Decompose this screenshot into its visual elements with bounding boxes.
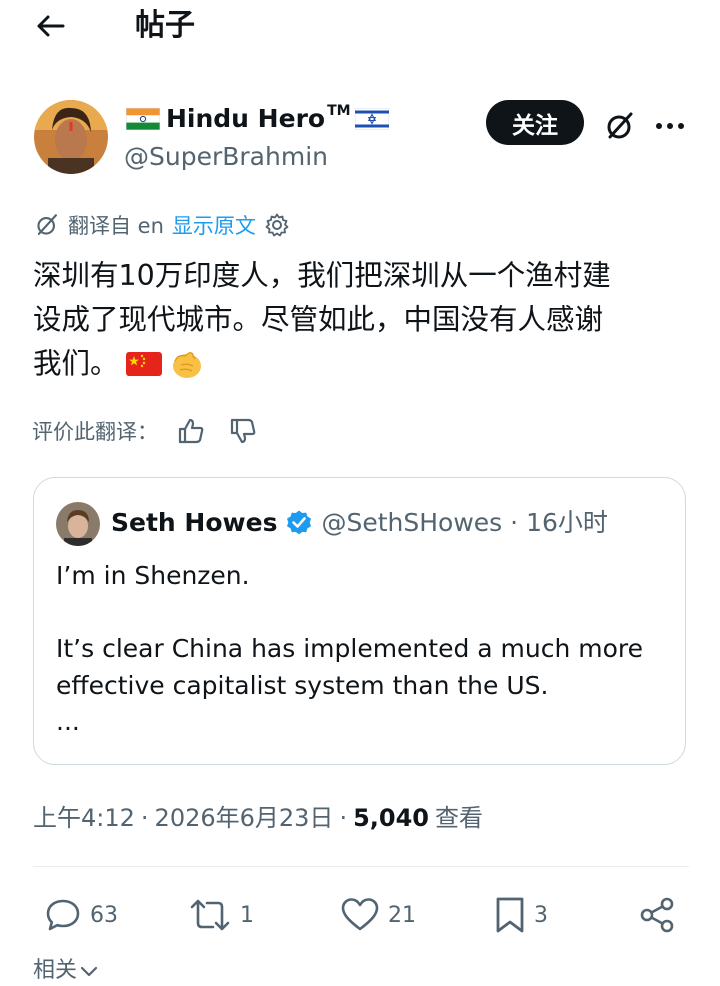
grok-button[interactable] (600, 106, 640, 146)
thumbs-up-icon[interactable] (176, 416, 206, 446)
retweet-count: 1 (240, 902, 254, 928)
share-icon (640, 897, 674, 933)
heart-icon (341, 898, 379, 931)
more-options-button[interactable] (650, 106, 690, 146)
retweet-button[interactable]: 1 (188, 893, 254, 937)
author-handle[interactable]: @SuperBrahmin (124, 141, 328, 173)
rate-translation: 评价此翻译： (32, 413, 258, 449)
author-name-text: Hindu Hero (166, 104, 326, 133)
chevron-down-icon (80, 966, 98, 977)
avatar[interactable] (34, 100, 108, 174)
tweet-meta: 上午4:12 · 2026年6月23日 · 5,040 查看 (33, 798, 483, 838)
tweet-text: 深圳有10万印度人，我们把深圳从一个渔村建 设成了现代城市。尽管如此，中国没有人… (33, 254, 693, 386)
quoted-separator: · (510, 508, 519, 537)
quoted-avatar[interactable] (56, 502, 100, 546)
pointing-hand-emoji-icon (172, 352, 201, 378)
quoted-header: Seth Howes @SethSHowes · 16小时 (111, 505, 608, 541)
more-dots-icon (656, 123, 684, 129)
bookmark-count: 3 (534, 902, 548, 928)
translation-info: 翻译自 en 显示原文 (34, 208, 290, 242)
arrow-left-icon (37, 15, 65, 37)
tweet-line: 设成了现代城市。尽管如此，中国没有人感谢 (33, 303, 604, 336)
show-original-link[interactable]: 显示原文 (172, 210, 256, 240)
trademark: TM (327, 103, 351, 119)
bookmark-icon (496, 897, 524, 933)
quoted-author-name[interactable]: Seth Howes (111, 505, 277, 541)
back-button[interactable] (30, 6, 70, 46)
like-button[interactable]: 21 (340, 893, 416, 937)
tweet-line: 我们。 (33, 342, 693, 386)
view-count: 5,040 (353, 804, 429, 832)
rate-translation-label: 评价此翻译： (32, 420, 158, 444)
like-count: 21 (388, 902, 416, 928)
divider (33, 866, 689, 867)
bookmark-button[interactable]: 3 (494, 893, 548, 937)
grok-icon (607, 112, 633, 139)
grok-translate-icon (37, 214, 57, 235)
reply-count: 63 (90, 902, 118, 928)
quoted-time: 16小时 (526, 508, 608, 537)
retweet-icon (190, 899, 230, 931)
view-label: 查看 (435, 804, 483, 832)
meta-separator: · (339, 804, 348, 832)
follow-button[interactable]: 关注 (486, 100, 584, 145)
quoted-handle: @SethSHowes (321, 508, 503, 537)
quoted-tweet-text: I’m in Shenzen. It’s clear China has imp… (56, 561, 644, 736)
india-flag-icon (126, 108, 160, 130)
author-name[interactable]: Hindu Hero TM (126, 102, 389, 136)
translated-from-label: 翻译自 en (68, 214, 164, 238)
china-flag-emoji-icon (125, 352, 162, 376)
tweet-line: 深圳有10万印度人，我们把深圳从一个渔村建 (33, 259, 611, 292)
meta-separator: · (140, 804, 149, 832)
post-time: 上午4:12 (33, 804, 135, 832)
tweet-line-text: 我们。 (33, 347, 119, 380)
related-toggle[interactable]: 相关 (33, 956, 99, 986)
gear-icon[interactable] (264, 212, 290, 238)
thumbs-down-icon[interactable] (228, 416, 258, 446)
israel-flag-icon (354, 108, 389, 130)
reply-icon (46, 899, 80, 931)
reply-button[interactable]: 63 (44, 893, 118, 937)
page-title: 帖子 (135, 8, 195, 43)
post-date: 2026年6月23日 (154, 804, 334, 832)
share-button[interactable] (638, 893, 676, 937)
related-label: 相关 (33, 958, 78, 983)
verified-badge-icon (287, 510, 312, 535)
